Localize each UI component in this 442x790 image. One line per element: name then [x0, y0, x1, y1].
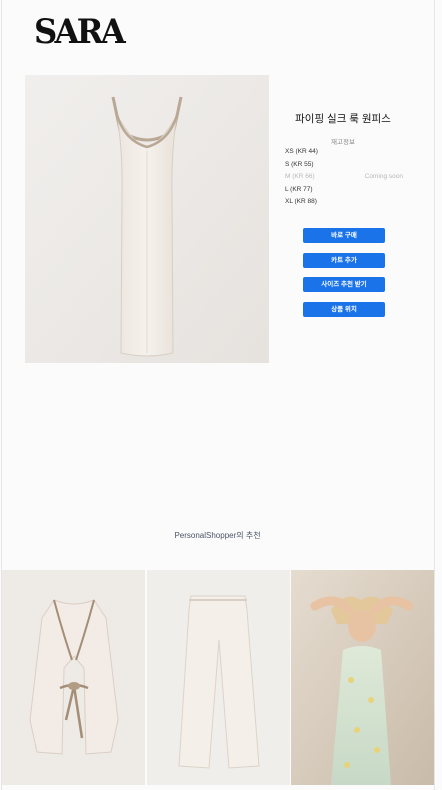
recommendation-item[interactable] [291, 570, 434, 785]
product-location-button[interactable]: 상품 위치 [303, 302, 385, 317]
size-recommend-button[interactable]: 사이즈 추천 받기 [303, 277, 385, 292]
wide-trousers-image [147, 570, 290, 785]
floral-slip-dress-model-image [291, 570, 434, 785]
recommendations-title: PersonalShopper의 추천 [174, 531, 261, 540]
size-option-m: M (KR 66) Coming soon [285, 173, 405, 186]
add-to-cart-button[interactable]: 카트 추가 [303, 253, 385, 268]
size-option-s[interactable]: S (KR 55) [285, 161, 405, 174]
size-option-xs[interactable]: XS (KR 44) [285, 148, 405, 161]
recommendation-item[interactable] [2, 570, 145, 785]
stock-info-link[interactable]: 재고정보 [283, 136, 403, 146]
size-label: M (KR 66) [285, 173, 315, 180]
size-list: XS (KR 44) S (KR 55) M (KR 66) Coming so… [285, 148, 405, 211]
size-status: Coming soon [364, 173, 403, 180]
size-option-l[interactable]: L (KR 77) [285, 186, 405, 199]
recommendation-item[interactable] [147, 570, 290, 785]
size-label: S (KR 55) [285, 160, 314, 168]
brand-logo[interactable]: SARA [34, 12, 126, 52]
size-option-xl[interactable]: XL (KR 88) [285, 198, 405, 211]
product-title: 파이핑 실크 룩 원피스 [295, 113, 391, 125]
size-label: XS (KR 44) [285, 148, 318, 155]
buy-now-button[interactable]: 바로 구매 [303, 228, 385, 243]
slip-dress-image [25, 75, 269, 363]
product-image[interactable] [25, 75, 269, 363]
tie-belt-jacket-image [2, 570, 145, 785]
size-label: L (KR 77) [285, 185, 313, 193]
frame-border-right [434, 0, 435, 790]
size-label: XL (KR 88) [285, 198, 317, 205]
